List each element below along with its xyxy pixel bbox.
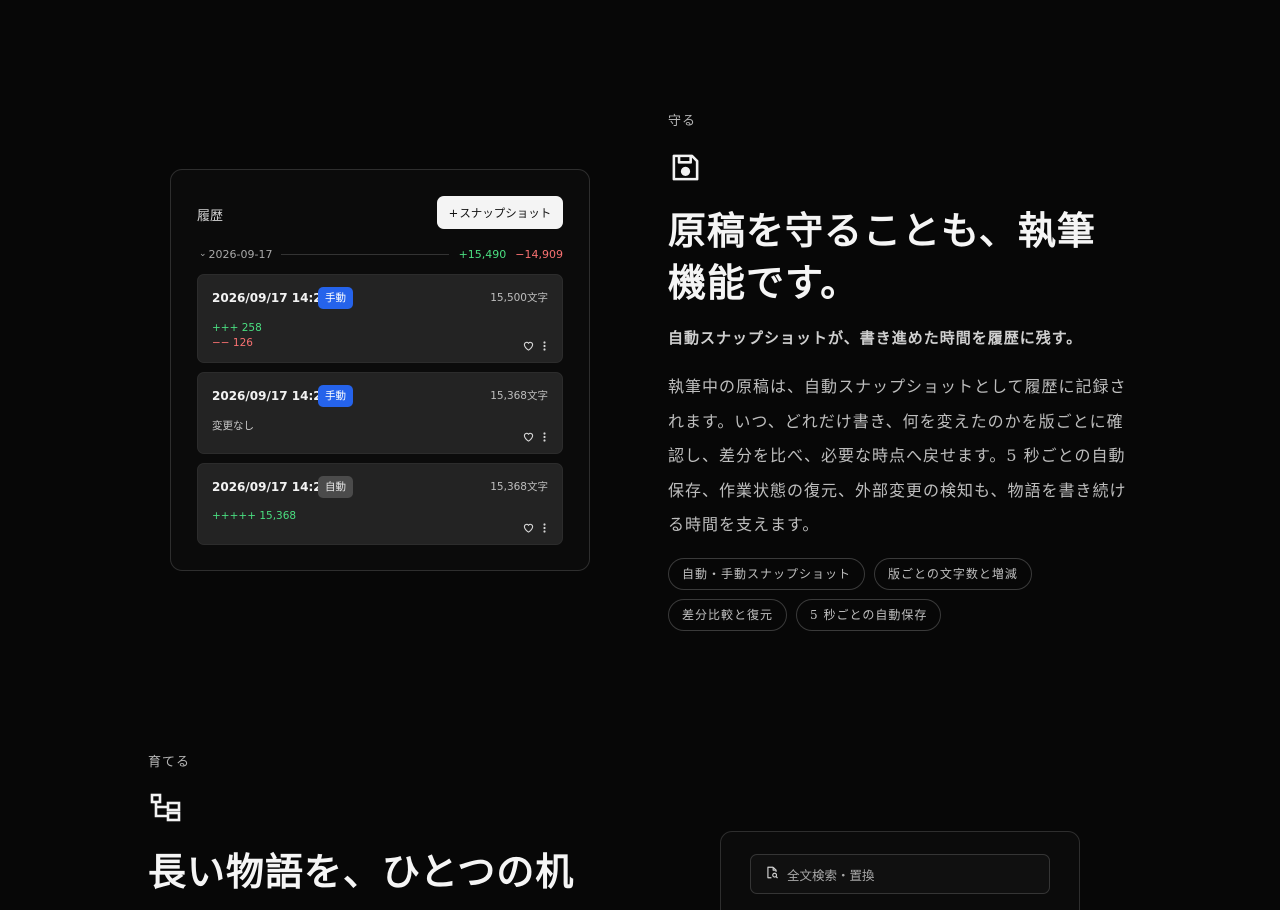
heart-icon[interactable] [523, 523, 534, 533]
snapshot-actions [523, 341, 546, 351]
protect-headline-line2: 機能です。 [668, 260, 860, 305]
feature-tags: 自動・手動スナップショット 版ごとの文字数と増減 差分比較と復元 5 秒ごとの自… [668, 558, 1138, 631]
more-vertical-icon[interactable] [543, 432, 546, 442]
snapshot-added: +++ 258 [212, 322, 262, 334]
file-search-icon [765, 865, 779, 884]
snapshot-time: 2026/09/17 14:20 [212, 389, 330, 403]
date-group-removed: −14,909 [515, 247, 563, 261]
snapshot-card[interactable]: 2026/09/17 14:23 手動 15,500文字 +++ 258 −− … [197, 274, 563, 363]
heart-icon[interactable] [523, 341, 534, 351]
snapshot-char-count: 15,500文字 [490, 292, 548, 304]
full-text-search-input[interactable]: 全文検索・置換 [750, 854, 1050, 894]
snapshot-actions [523, 432, 546, 442]
search-placeholder: 全文検索・置換 [787, 867, 875, 883]
snapshot-char-count: 15,368文字 [490, 481, 548, 493]
protect-eyebrow: 守る [668, 114, 697, 129]
grow-headline: 長い物語を、ひとつの机 [148, 849, 575, 894]
add-snapshot-label: スナップショット [459, 205, 552, 220]
more-vertical-icon[interactable] [543, 341, 546, 351]
more-vertical-icon[interactable] [543, 523, 546, 533]
snapshot-badge: 手動 [318, 287, 353, 309]
feature-tag: 版ごとの文字数と増減 [874, 558, 1032, 590]
protect-body: 執筆中の原稿は、自動スナップショットとして履歴に記録されます。いつ、どれだけ書き… [668, 377, 1127, 534]
divider [281, 253, 449, 255]
search-panel: 全文検索・置換 [720, 831, 1080, 910]
snapshot-removed: −− 126 [212, 337, 253, 349]
feature-tag: 差分比較と復元 [668, 599, 788, 631]
plus-icon: + [448, 205, 459, 220]
snapshot-time: 2026/09/17 14:20 [212, 480, 330, 494]
snapshot-card[interactable]: 2026/09/17 14:20 自動 15,368文字 +++++ 15,36… [197, 463, 563, 545]
protect-headline-line1: 原稿を守ることも、執筆 [668, 208, 1096, 253]
snapshot-badge: 自動 [318, 476, 353, 498]
snapshot-actions [523, 523, 546, 533]
grow-eyebrow: 育てる [148, 755, 191, 770]
feature-tag: 自動・手動スナップショット [668, 558, 866, 590]
structure-icon [150, 793, 182, 829]
chevron-down-icon: ⌄ [199, 249, 207, 259]
date-group-label: 2026-09-17 [208, 247, 273, 261]
date-group-added: +15,490 [458, 247, 507, 261]
add-snapshot-button[interactable]: + スナップショット [437, 196, 563, 229]
history-panel: 履歴 + スナップショット ⌄ 2026-09-17 +15,490 −14,9… [170, 169, 590, 571]
save-icon [670, 152, 701, 187]
snapshot-note: 変更なし [212, 420, 254, 432]
snapshot-char-count: 15,368文字 [490, 390, 548, 402]
feature-tag: 5 秒ごとの自動保存 [796, 599, 942, 631]
date-group-header[interactable]: ⌄ 2026-09-17 +15,490 −14,909 [199, 246, 563, 262]
snapshot-badge: 手動 [318, 385, 353, 407]
history-title: 履歴 [197, 209, 224, 224]
protect-subhead: 自動スナップショットが、書き進めた時間を履歴に残す。 [668, 329, 1083, 347]
snapshot-card[interactable]: 2026/09/17 14:20 手動 15,368文字 変更なし [197, 372, 563, 454]
protect-headline: 原稿を守ることも、執筆 機能です。 [668, 205, 1138, 309]
snapshot-time: 2026/09/17 14:23 [212, 291, 330, 305]
snapshot-added: +++++ 15,368 [212, 510, 297, 522]
heart-icon[interactable] [523, 432, 534, 442]
